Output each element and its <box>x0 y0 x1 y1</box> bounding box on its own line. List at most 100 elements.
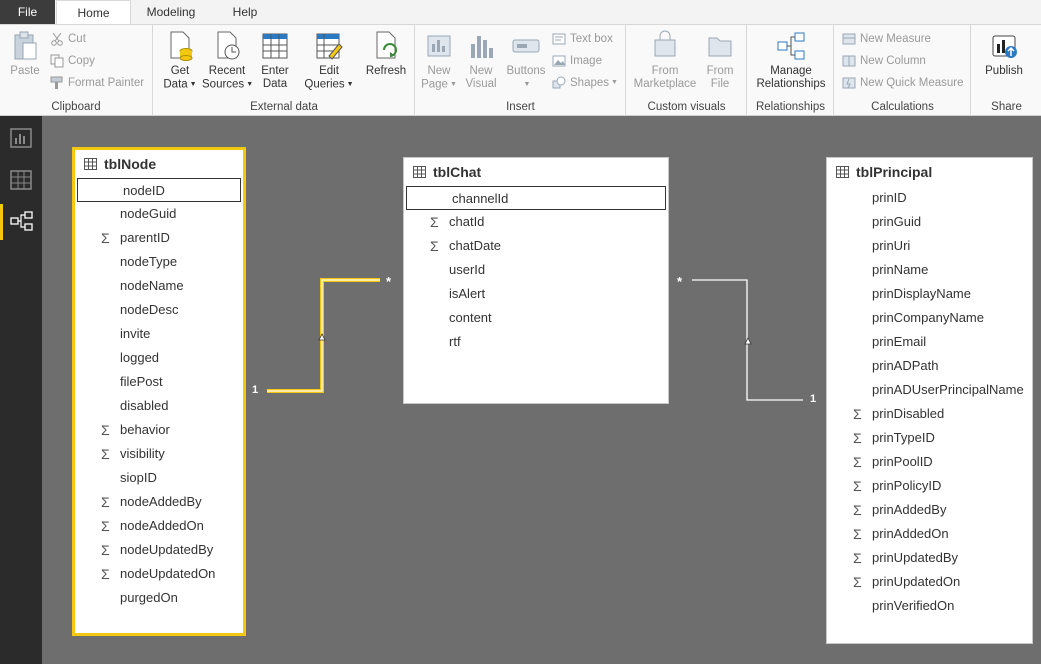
tab-home[interactable]: Home <box>56 0 131 25</box>
table-header[interactable]: tblPrincipal <box>827 158 1032 186</box>
model-canvas[interactable]: 1 * * 1 tblNode nodeID nodeGuid ΣparentID n… <box>42 116 1041 664</box>
field-row[interactable]: ΣnodeUpdatedOn <box>75 562 243 586</box>
field-row[interactable]: Σvisibility <box>75 442 243 466</box>
manage-relationships-button[interactable]: Manage Relationships <box>750 30 832 91</box>
field-row[interactable]: content <box>404 306 668 330</box>
text-box-button[interactable]: Text box <box>552 30 613 48</box>
get-data-label-2: Data <box>163 78 188 91</box>
publish-button[interactable]: Publish <box>978 30 1030 78</box>
table-name: tblPrincipal <box>856 164 933 180</box>
field-row[interactable]: Σbehavior <box>75 418 243 442</box>
field-row[interactable]: isAlert <box>404 282 668 306</box>
field-row[interactable]: ΣprinUpdatedOn <box>827 570 1032 594</box>
field-list: nodeID nodeGuid ΣparentID nodeType nodeName n… <box>75 178 243 610</box>
field-row[interactable]: prinEmail <box>827 330 1032 354</box>
buttons-button[interactable]: Buttons ▼ <box>504 30 548 92</box>
format-painter-button[interactable]: Format Painter <box>50 74 144 92</box>
field-name: nodeUpdatedBy <box>120 542 214 557</box>
field-row[interactable]: ΣchatId <box>404 210 668 234</box>
table-card-tblnode[interactable]: tblNode nodeID nodeGuid ΣparentID nodeType n… <box>72 147 246 636</box>
field-row[interactable]: prinDisplayName <box>827 282 1032 306</box>
field-row[interactable]: channelId <box>406 186 666 210</box>
field-name: content <box>449 310 492 325</box>
field-row[interactable]: prinGuid <box>827 210 1032 234</box>
field-row[interactable]: nodeDesc <box>75 298 243 322</box>
enter-data-button[interactable]: Enter Data <box>256 30 294 91</box>
from-file-button[interactable]: From File <box>701 30 739 91</box>
field-row[interactable]: ΣchatDate <box>404 234 668 258</box>
field-row[interactable]: prinVerifiedOn <box>827 594 1032 618</box>
field-name: disabled <box>120 398 169 413</box>
table-card-tblchat[interactable]: tblChat channelId ΣchatId ΣchatDate userId i… <box>403 157 669 404</box>
field-name: chatId <box>449 214 485 229</box>
field-row[interactable]: purgedOn <box>75 586 243 610</box>
copy-button[interactable]: Copy <box>50 52 95 70</box>
edit-queries-button[interactable]: Edit Queries ▼ <box>304 30 354 92</box>
tab-help[interactable]: Help <box>212 0 278 24</box>
image-button[interactable]: Image <box>552 52 602 70</box>
field-row[interactable]: prinUri <box>827 234 1032 258</box>
field-row[interactable]: prinID <box>827 186 1032 210</box>
recent-sources-button[interactable]: Recent Sources ▼ <box>202 30 253 92</box>
field-row[interactable]: nodeID <box>77 178 241 202</box>
cardinality-many-label: * <box>386 274 392 289</box>
field-name: prinVerifiedOn <box>872 598 955 613</box>
field-row[interactable]: ΣnodeUpdatedBy <box>75 538 243 562</box>
new-visual-button[interactable]: New Visual <box>462 30 500 91</box>
table-header[interactable]: tblChat <box>404 158 668 186</box>
new-page-button[interactable]: New Page ▼ <box>420 30 458 92</box>
field-row[interactable]: ΣprinPolicyID <box>827 474 1032 498</box>
table-header[interactable]: tblNode <box>75 150 243 178</box>
new-column-button[interactable]: New Column <box>842 52 926 70</box>
cut-button[interactable]: Cut <box>50 30 86 48</box>
field-row[interactable]: prinADUserPrincipalName <box>827 378 1032 402</box>
field-row[interactable]: rtf <box>404 330 668 354</box>
new-visual-icon <box>471 36 493 58</box>
paste-button[interactable]: Paste <box>6 30 44 78</box>
data-view-button[interactable] <box>0 162 42 198</box>
field-row[interactable]: ΣnodeAddedBy <box>75 490 243 514</box>
field-row[interactable]: prinName <box>827 258 1032 282</box>
refresh-button[interactable]: Refresh <box>363 30 409 78</box>
field-row[interactable]: prinCompanyName <box>827 306 1032 330</box>
from-marketplace-button[interactable]: From Marketplace <box>632 30 698 91</box>
field-row[interactable]: ΣprinPoolID <box>827 450 1032 474</box>
new-page-label-2: Page <box>421 78 448 91</box>
field-row[interactable]: logged <box>75 346 243 370</box>
table-card-tblprincipal[interactable]: tblPrincipal prinID prinGuid prinUri prinNa… <box>826 157 1033 644</box>
relationship-node-chat[interactable] <box>267 278 380 393</box>
field-row[interactable]: disabled <box>75 394 243 418</box>
chevron-down-icon: ▼ <box>611 79 618 86</box>
tab-file[interactable]: File <box>0 0 55 24</box>
field-row[interactable]: prinADPath <box>827 354 1032 378</box>
field-row[interactable]: invite <box>75 322 243 346</box>
field-row[interactable]: ΣparentID <box>75 226 243 250</box>
field-row[interactable]: ΣnodeAddedOn <box>75 514 243 538</box>
tab-modeling[interactable]: Modeling <box>133 0 209 24</box>
table-name: tblChat <box>433 164 482 180</box>
field-name: prinGuid <box>872 214 922 229</box>
field-row[interactable]: filePost <box>75 370 243 394</box>
field-name: rtf <box>449 334 461 349</box>
field-row[interactable]: nodeType <box>75 250 243 274</box>
field-row[interactable]: ΣprinAddedBy <box>827 498 1032 522</box>
field-row[interactable]: siopID <box>75 466 243 490</box>
report-view-button[interactable] <box>0 120 42 156</box>
new-measure-button[interactable]: New Measure <box>842 30 931 48</box>
field-row[interactable]: nodeGuid <box>75 202 243 226</box>
refresh-icon <box>376 31 397 59</box>
new-quick-measure-button[interactable]: New Quick Measure <box>842 74 964 92</box>
field-row[interactable]: userId <box>404 258 668 282</box>
folder-icon <box>708 37 732 57</box>
field-row[interactable]: ΣprinAddedOn <box>827 522 1032 546</box>
field-row[interactable]: ΣprinDisabled <box>827 402 1032 426</box>
field-row[interactable]: nodeName <box>75 274 243 298</box>
model-view-button[interactable] <box>0 204 42 240</box>
calculations-group-label: Calculations <box>871 101 934 113</box>
shapes-button[interactable]: Shapes ▼ <box>552 74 618 92</box>
clipboard-group-label: Clipboard <box>51 101 101 113</box>
field-name: isAlert <box>449 286 486 301</box>
field-row[interactable]: ΣprinTypeID <box>827 426 1032 450</box>
field-row[interactable]: ΣprinUpdatedBy <box>827 546 1032 570</box>
get-data-button[interactable]: Get Data ▼ <box>160 30 200 92</box>
